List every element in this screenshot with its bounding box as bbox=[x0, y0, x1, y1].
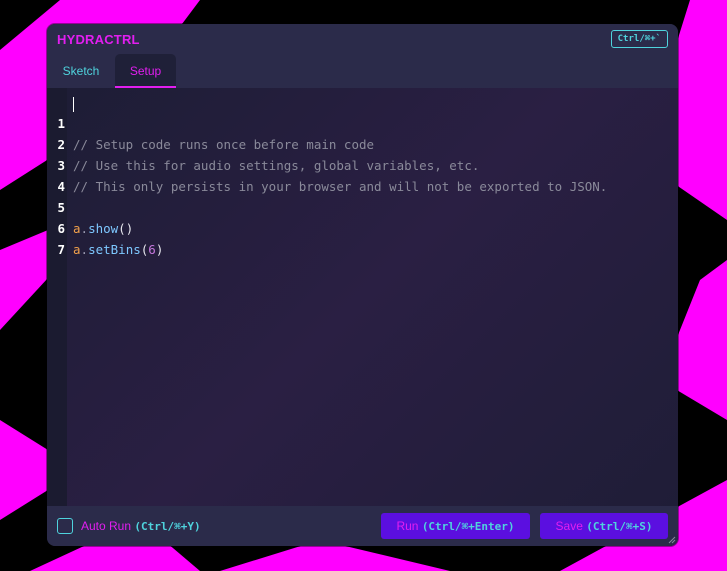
toggle-shortcut-badge[interactable]: Ctrl/⌘+` bbox=[610, 30, 668, 48]
app-title: HYDRACTRL bbox=[57, 32, 140, 47]
resize-handle-icon[interactable] bbox=[668, 536, 676, 544]
editor-panel: HYDRACTRL Ctrl/⌘+` Sketch Setup 1 // Set… bbox=[47, 24, 678, 546]
run-shortcut: (Ctrl/⌘+Enter) bbox=[421, 520, 515, 533]
code-method: setBins bbox=[88, 242, 141, 257]
save-button-label: Save bbox=[555, 519, 583, 533]
tab-setup[interactable]: Setup bbox=[115, 54, 176, 88]
save-shortcut: (Ctrl/⌘+S) bbox=[586, 520, 653, 533]
code-line: 4 bbox=[47, 155, 678, 194]
code-line: 6 a.setBins(6) bbox=[47, 197, 678, 257]
code-editor[interactable]: 1 // Setup code runs once before main co… bbox=[47, 88, 678, 506]
code-line: 2 // Use this for audio settings, global… bbox=[47, 113, 678, 173]
run-button[interactable]: Run (Ctrl/⌘+Enter) bbox=[381, 513, 530, 539]
tab-sketch[interactable]: Sketch bbox=[51, 54, 111, 88]
code-line: 3 // This only persists in your browser … bbox=[47, 134, 678, 194]
run-button-label: Run bbox=[396, 519, 419, 533]
auto-run-label[interactable]: Auto Run (Ctrl/⌘+Y) bbox=[81, 519, 201, 533]
line-number: 7 bbox=[57, 242, 65, 257]
auto-run-shortcut: (Ctrl/⌘+Y) bbox=[134, 520, 201, 533]
code-line: 5 a.show() bbox=[47, 176, 678, 236]
save-button[interactable]: Save (Ctrl/⌘+S) bbox=[540, 513, 668, 539]
auto-run-checkbox[interactable] bbox=[57, 518, 73, 534]
footer-bar: Auto Run (Ctrl/⌘+Y) Run (Ctrl/⌘+Enter) S… bbox=[47, 506, 678, 546]
code-paren-close: ) bbox=[155, 242, 164, 257]
code-line: 7 bbox=[47, 218, 678, 257]
code-argument: 6 bbox=[148, 242, 156, 257]
tab-bar: Sketch Setup bbox=[47, 54, 678, 88]
auto-run-text: Auto Run bbox=[81, 519, 132, 533]
header-bar: HYDRACTRL Ctrl/⌘+` bbox=[47, 24, 678, 54]
text-cursor bbox=[73, 97, 74, 112]
code-line: 1 // Setup code runs once before main co… bbox=[47, 92, 678, 152]
